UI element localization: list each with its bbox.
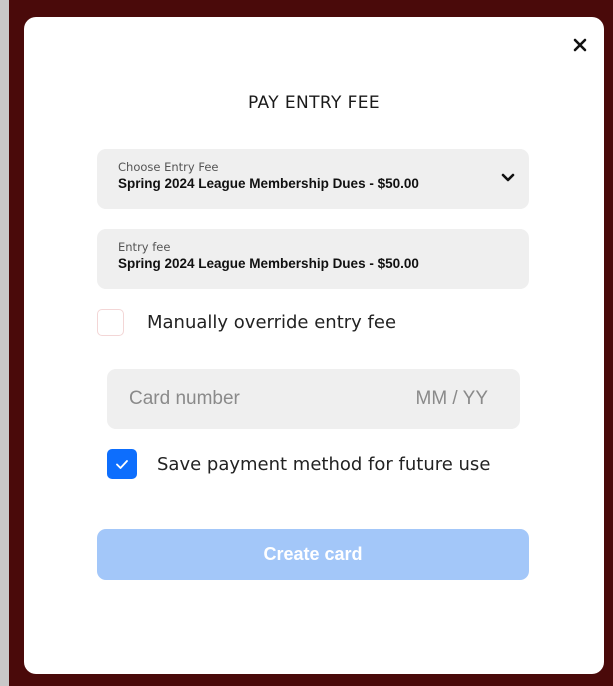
entry-fee-value: Spring 2024 League Membership Dues - $50… <box>118 256 419 271</box>
save-payment-option[interactable]: Save payment method for future use <box>107 449 490 479</box>
entry-fee-label: Entry fee <box>118 240 171 254</box>
card-number-input[interactable] <box>129 388 408 410</box>
entry-fee-select[interactable]: Choose Entry Fee Spring 2024 League Memb… <box>97 149 529 209</box>
entry-fee-field: Entry fee Spring 2024 League Membership … <box>97 229 529 289</box>
close-button[interactable] <box>570 35 590 55</box>
create-card-button[interactable]: Create card <box>97 529 529 580</box>
card-expiry-input[interactable] <box>408 388 488 410</box>
chevron-down-icon <box>501 173 515 182</box>
entry-fee-select-label: Choose Entry Fee <box>118 160 219 174</box>
backdrop-edge <box>0 0 9 686</box>
pay-entry-fee-dialog: PAY ENTRY FEE Choose Entry Fee Spring 20… <box>24 17 604 674</box>
override-fee-option[interactable]: Manually override entry fee <box>97 309 396 336</box>
save-payment-checkbox[interactable] <box>107 449 137 479</box>
dialog-title: PAY ENTRY FEE <box>247 93 381 113</box>
checkmark-icon <box>116 459 128 469</box>
card-input-group <box>107 369 520 429</box>
save-payment-label: Save payment method for future use <box>157 453 491 475</box>
override-fee-checkbox[interactable] <box>97 309 124 336</box>
close-icon <box>573 38 587 52</box>
entry-fee-select-value: Spring 2024 League Membership Dues - $50… <box>118 176 419 191</box>
override-fee-label: Manually override entry fee <box>147 312 397 333</box>
